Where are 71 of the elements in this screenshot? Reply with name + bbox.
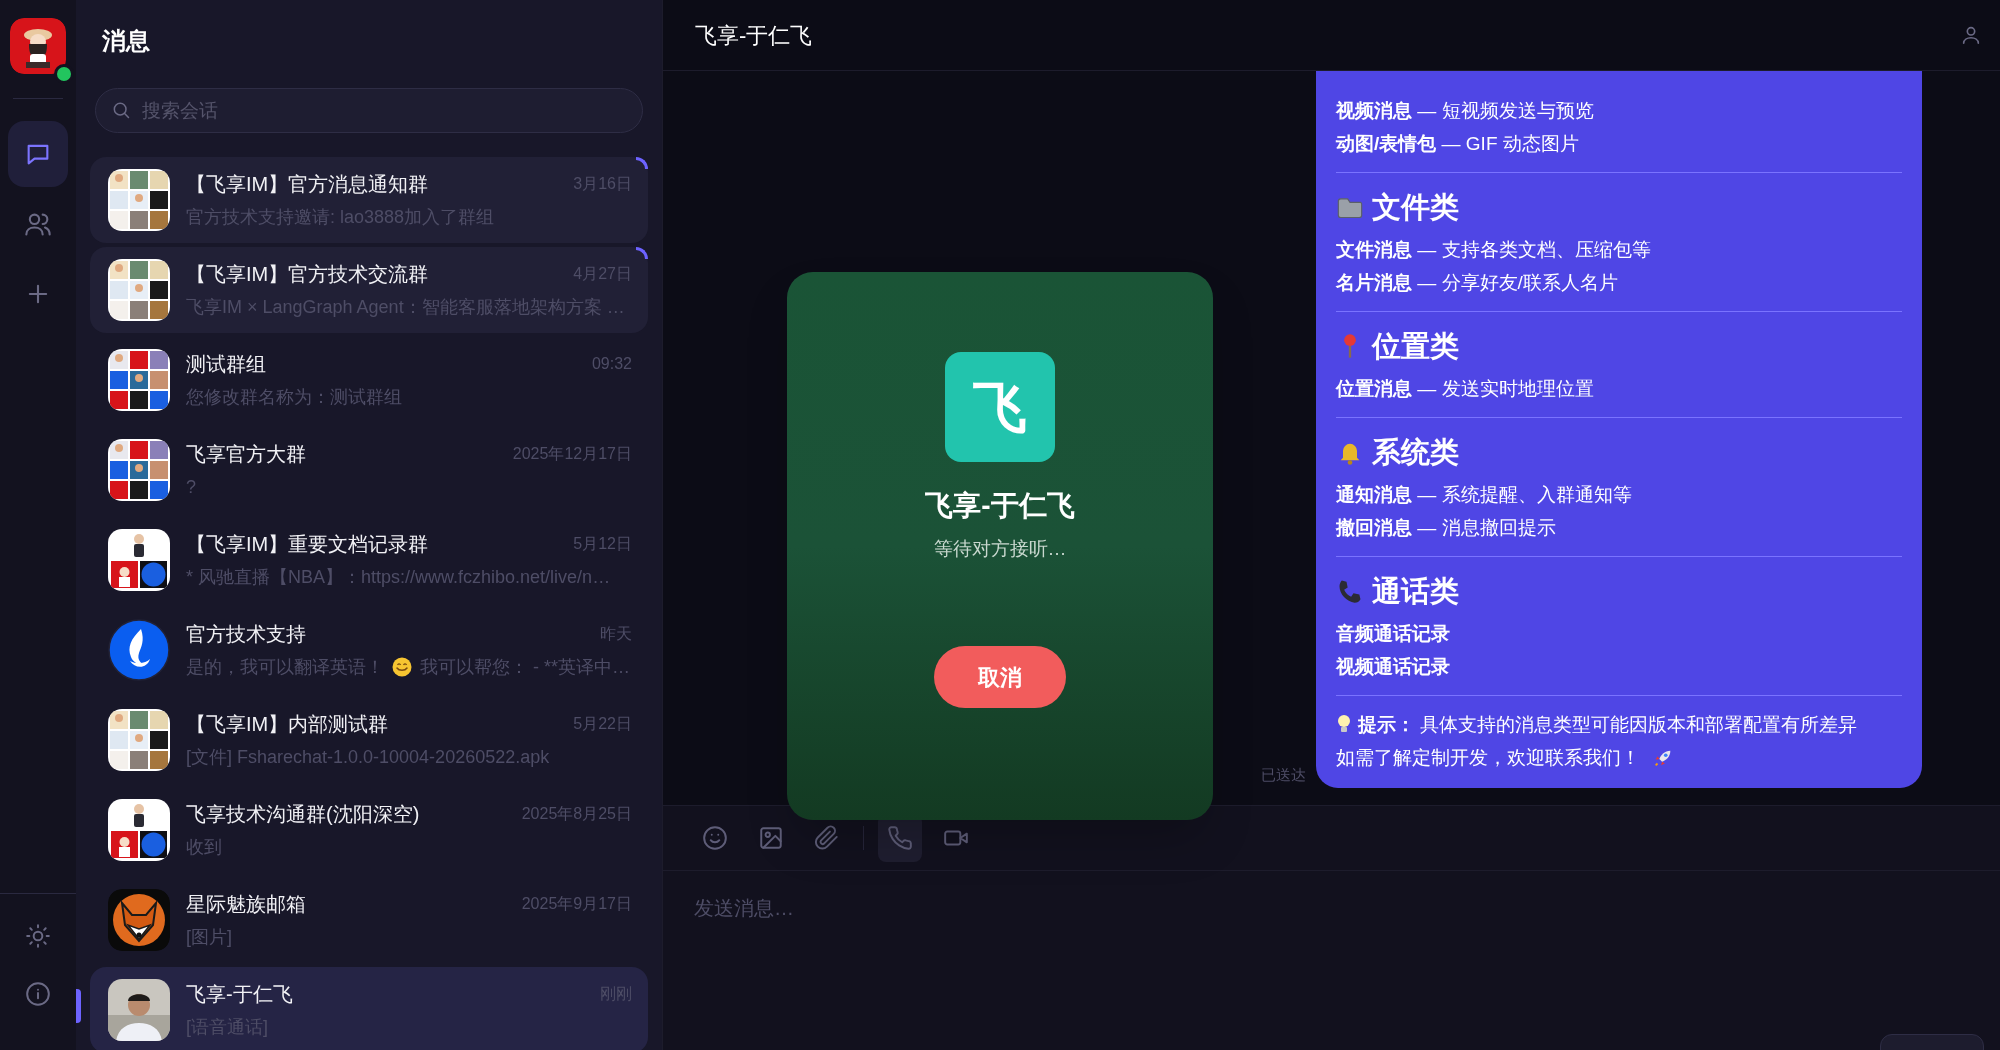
conversation-name: 【飞享IM】重要文档记录群: [186, 532, 429, 557]
flame-logo-icon: [108, 619, 170, 681]
conversation-item[interactable]: 【飞享IM】内部测试群 5月22日 [文件] Fsharechat-1.0.0-10004-20260522.apk: [90, 697, 648, 783]
smiley-icon: [702, 825, 728, 851]
smiley-emoji-icon: [392, 657, 412, 677]
conversation-name: 【飞享IM】官方技术交流群: [186, 262, 429, 287]
feature-line: 文件消息 — 支持各类文档、压缩包等: [1336, 238, 1652, 262]
feature-line: 通知消息 — 系统提醒、入群通知等: [1336, 483, 1633, 507]
feature-line: 名片消息 — 分享好友/联系人名片: [1336, 271, 1619, 295]
conversation-time: 2025年9月17日: [521, 894, 632, 914]
phone-icon: [887, 825, 913, 851]
conversation-name: 【飞享IM】内部测试群: [186, 712, 389, 737]
delivery-status: 已送达: [1261, 764, 1306, 785]
message-preview: ?: [186, 476, 196, 499]
image-icon: [758, 825, 784, 851]
feature-line: 动图/表情包 — GIF 动态图片: [1336, 132, 1580, 156]
message-preview: [图片]: [186, 926, 232, 949]
conversation-item[interactable]: 星际魅族邮箱 2025年9月17日 [图片]: [90, 877, 648, 963]
feature-line: 音频通话记录: [1336, 622, 1451, 646]
conversation-item[interactable]: 官方技术支持 昨天 是的，我可以翻译英语！ 我可以帮您： - **英译中…: [90, 607, 648, 693]
user-icon: [1960, 24, 1982, 46]
info-icon: [25, 981, 51, 1007]
search-icon: [111, 100, 131, 120]
conversation-name: 官方技术支持: [186, 622, 306, 647]
conversation-item[interactable]: 飞享官方大群 2025年12月17日 ?: [90, 427, 648, 513]
conversation-time: 5月22日: [573, 714, 632, 734]
chat-title: 飞享-于仁飞: [695, 21, 813, 50]
message-preview: * 风驰直播【NBA】：https://www.fczhibo.net/live/n…: [186, 566, 611, 589]
conversation-time: 2025年8月25日: [521, 804, 632, 824]
message-preview: 收到: [186, 836, 222, 859]
conversation-name: 星际魅族邮箱: [186, 892, 306, 917]
caller-name: 飞享-于仁飞: [925, 489, 1075, 523]
call-status: 等待对方接听…: [933, 537, 1067, 561]
panel-title: 消息: [102, 26, 150, 56]
pinned-corner-mark: [636, 247, 648, 259]
feature-line: 视频消息 — 短视频发送与预览: [1336, 99, 1595, 123]
profile-button[interactable]: [1960, 24, 1982, 46]
pinned-corner-mark: [636, 157, 648, 169]
search-field[interactable]: 搜索会话: [95, 88, 643, 133]
feature-line: 位置消息 — 发送实时地理位置: [1336, 377, 1595, 401]
section-heading: 通话类: [1372, 574, 1459, 609]
fox-icon: [108, 889, 170, 951]
conversation-time: 5月12日: [573, 534, 632, 554]
section-heading: 文件类: [1372, 190, 1459, 225]
conversation-name: 【飞享IM】官方消息通知群: [186, 172, 429, 197]
tip-text: 如需了解定制开发，欢迎联系我们！: [1336, 746, 1640, 770]
conversation-name: 飞享官方大群: [186, 442, 306, 467]
selection-indicator: [76, 989, 81, 1023]
message-input[interactable]: 发送消息…: [663, 870, 2000, 1050]
conversation-item[interactable]: 飞享技术沟通群(沈阳深空) 2025年8月25日 收到: [90, 787, 648, 873]
sun-icon: [25, 923, 51, 949]
conversation-time: 09:32: [591, 354, 632, 374]
message-preview: 我可以帮您： - **英译中…: [420, 656, 630, 679]
conversation-time: 2025年12月17日: [512, 444, 632, 464]
section-heading: 系统类: [1372, 435, 1459, 470]
conversation-name: 飞享-于仁飞: [186, 982, 293, 1007]
app-logo: 飞: [945, 352, 1055, 462]
conversation-item[interactable]: 【飞享IM】重要文档记录群 5月12日 * 风驰直播【NBA】：https://www.fczhibo.net/live/n…: [90, 517, 648, 603]
chat-nav-button[interactable]: [8, 121, 68, 187]
conversation-item[interactable]: 测试群组 09:32 您修改群名称为：测试群组: [90, 337, 648, 423]
conversation-name: 飞享技术沟通群(沈阳深空): [186, 802, 420, 827]
feature-line: 视频通话记录: [1336, 655, 1451, 679]
message-preview: 您修改群名称为：测试群组: [186, 386, 402, 409]
tip-text: 提示： 具体支持的消息类型可能因版本和部署配置有所差异: [1358, 713, 1858, 737]
conversation-name: 测试群组: [186, 352, 266, 377]
conversation-time: 昨天: [600, 624, 632, 644]
section-heading: 位置类: [1372, 329, 1459, 364]
message-preview: [文件] Fsharechat-1.0.0-10004-20260522.apk: [186, 746, 550, 769]
message-preview: 是的，我可以翻译英语！: [186, 656, 384, 679]
paperclip-icon: [814, 825, 840, 851]
feature-line: 撤回消息 — 消息撤回提示: [1336, 516, 1557, 540]
